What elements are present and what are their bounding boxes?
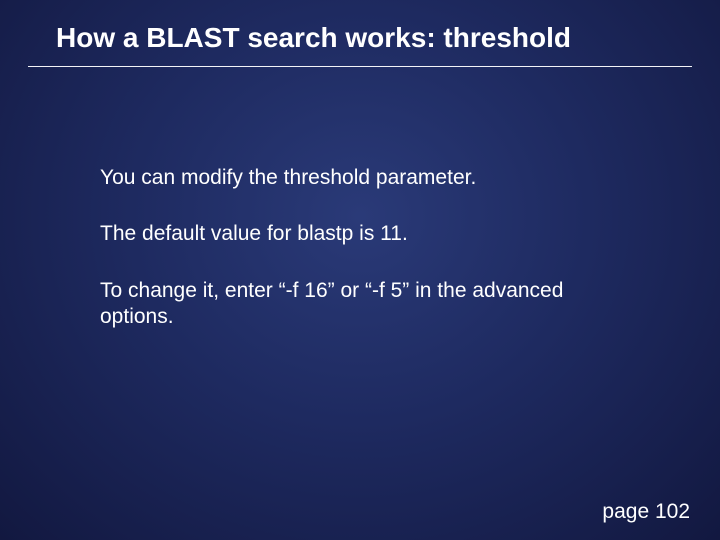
slide: How a BLAST search works: threshold You … (0, 0, 720, 540)
title-underline (28, 66, 692, 67)
page-number: page 102 (602, 500, 690, 524)
paragraph: You can modify the threshold parameter. (100, 165, 600, 191)
slide-title: How a BLAST search works: threshold (50, 22, 670, 54)
slide-body: You can modify the threshold parameter. … (100, 165, 600, 360)
paragraph: The default value for blastp is 11. (100, 221, 600, 247)
paragraph: To change it, enter “-f 16” or “-f 5” in… (100, 278, 600, 331)
